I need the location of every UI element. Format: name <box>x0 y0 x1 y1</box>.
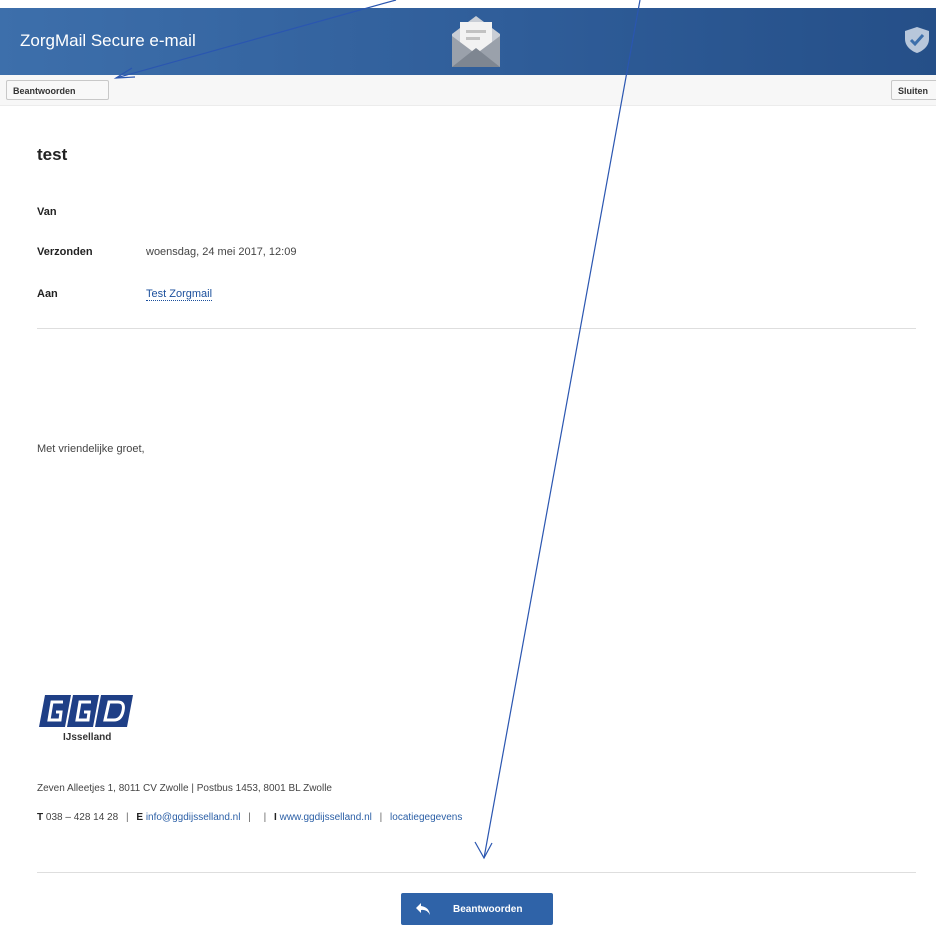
location-link[interactable]: locatiegegevens <box>390 812 462 823</box>
message-subject: test <box>37 145 68 164</box>
reply-arrow-icon <box>416 903 430 915</box>
app-header: ZorgMail Secure e-mail <box>0 0 936 75</box>
app-title: ZorgMail Secure e-mail <box>20 31 196 50</box>
phone-number: 038 – 428 14 28 <box>45 812 119 823</box>
annotation-arrowhead-bottom <box>474 841 493 860</box>
greeting-text: Met vriendelijke groet, <box>37 443 145 455</box>
from-label: Van <box>37 206 57 218</box>
footer-divider <box>37 872 916 873</box>
web-label: I <box>274 812 277 823</box>
phone-label: T <box>37 812 44 823</box>
separator: | <box>263 812 267 823</box>
reply-button-bottom[interactable]: Beantwoorden <box>401 893 553 925</box>
header-divider <box>37 328 916 329</box>
annotation-arrow-bottom <box>483 0 641 859</box>
ggd-logo <box>39 695 133 727</box>
separator: | <box>379 812 383 823</box>
sent-value: woensdag, 24 mei 2017, 12:09 <box>146 246 297 258</box>
to-recipient-link[interactable]: Test Zorgmail <box>146 288 213 301</box>
email-label: E <box>136 812 144 823</box>
logo-subtitle: IJsselland <box>63 732 112 743</box>
website-link[interactable]: www.ggdijsselland.nl <box>280 812 372 823</box>
close-button[interactable]: Sluiten <box>891 80 936 100</box>
shield-check-icon <box>905 27 929 53</box>
email-link[interactable]: info@ggdijsselland.nl <box>146 812 241 823</box>
separator: | <box>125 812 129 823</box>
to-label: Aan <box>37 288 58 300</box>
reply-button[interactable]: Beantwoorden <box>6 80 109 100</box>
toolbar: Beantwoorden Sluiten <box>0 75 936 106</box>
envelope-open-icon <box>452 16 500 67</box>
reply-button-label: Beantwoorden <box>453 904 523 915</box>
signature-contact: T 038 – 428 14 28 | E info@ggdijsselland… <box>37 812 462 823</box>
signature-address: Zeven Alleetjes 1, 8011 CV Zwolle | Post… <box>37 783 332 794</box>
to-recipient[interactable]: Test Zorgmail <box>146 288 213 301</box>
sent-label: Verzonden <box>37 246 93 258</box>
separator: | <box>248 812 251 823</box>
